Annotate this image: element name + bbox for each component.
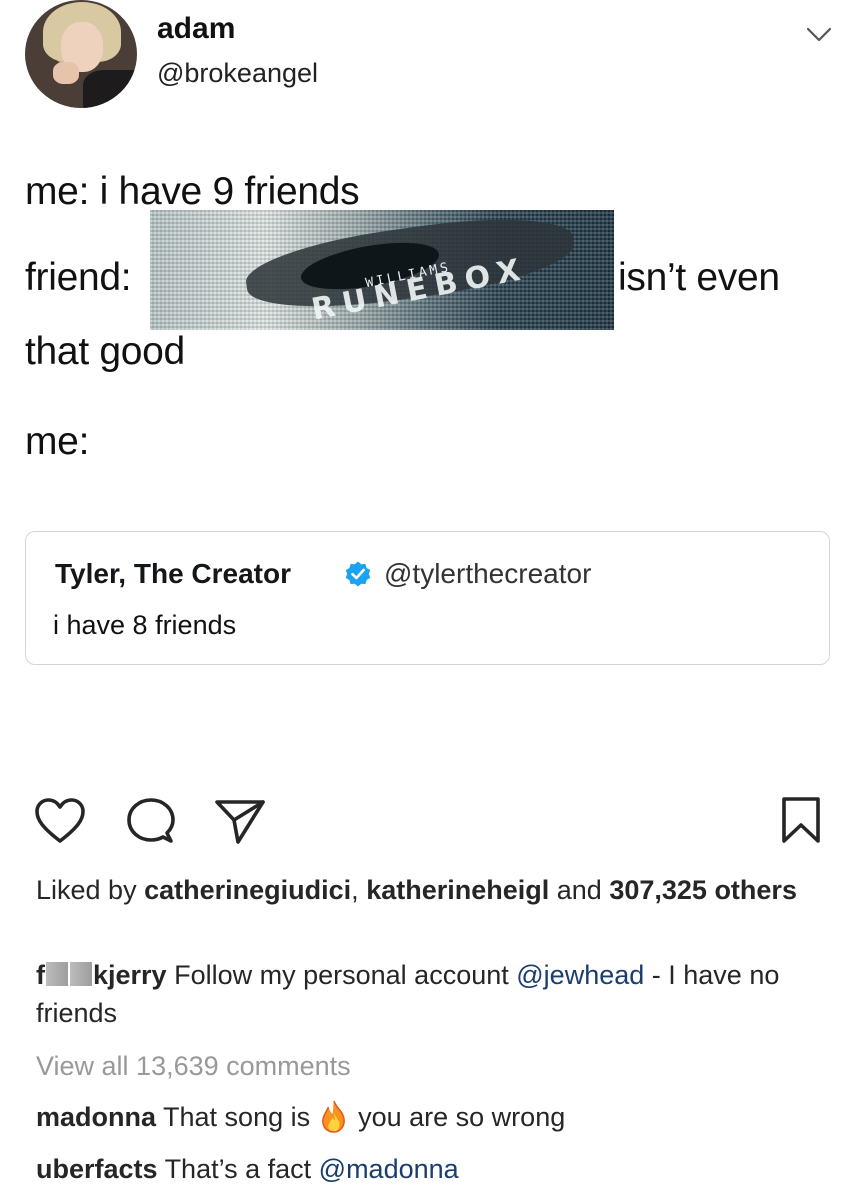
author-name[interactable]: adam xyxy=(157,12,235,46)
avatar-hand xyxy=(53,62,79,84)
tweet-line-2-start: friend: xyxy=(25,256,132,299)
view-all-comments-link[interactable]: View all 13,639 comments xyxy=(36,1047,351,1085)
send-icon[interactable] xyxy=(212,796,268,846)
comment-text: Follow my personal account xyxy=(174,960,509,990)
likes-summary: Liked by catherinegiudici, katherineheig… xyxy=(36,871,816,909)
comment-username[interactable]: madonna xyxy=(36,1102,156,1132)
heart-icon[interactable] xyxy=(33,796,87,846)
avatar-seat xyxy=(83,70,137,108)
likes-prefix: Liked by xyxy=(36,875,137,905)
username-end: kjerry xyxy=(93,960,167,990)
verified-badge-icon xyxy=(345,561,371,587)
bookmark-icon[interactable] xyxy=(780,795,822,845)
comment: madonna That song is you are so wrong xyxy=(36,1098,565,1136)
comment-username[interactable]: uberfacts xyxy=(36,1154,158,1184)
comment-mention[interactable]: @jewhead xyxy=(516,960,644,990)
comment-icon[interactable] xyxy=(124,796,178,846)
tweet-line-3: that good xyxy=(25,330,185,373)
likes-others-count[interactable]: 307,325 others xyxy=(609,875,797,905)
liker-username[interactable]: catherinegiudici xyxy=(144,875,351,905)
comment-text: That’s a fact xyxy=(164,1154,312,1184)
username-start: f xyxy=(36,960,45,990)
censor-blur xyxy=(70,961,92,986)
quoted-author-handle: @tylerthecreator xyxy=(384,558,592,589)
tweet-line-4: me: xyxy=(25,420,90,463)
comment-username[interactable]: f kjerry xyxy=(36,960,167,990)
avatar[interactable] xyxy=(25,0,137,108)
likes-conjunction: and xyxy=(556,875,602,905)
comment-text-end: you are so wrong xyxy=(358,1102,566,1132)
tweet-line-2-end: isn’t even xyxy=(618,256,780,299)
comment-text: That song is xyxy=(163,1102,311,1132)
quoted-tweet-text: i have 8 friends xyxy=(53,610,237,640)
likes-separator: , xyxy=(351,875,359,905)
fire-emoji xyxy=(322,1100,345,1133)
album-cover-image: WILLIAMS RUNEBOX xyxy=(150,210,614,330)
quoted-author-name: Tyler, The Creator xyxy=(55,558,292,589)
tweet-line-1: me: i have 9 friends xyxy=(25,170,360,213)
comment-mention[interactable]: @madonna xyxy=(319,1154,459,1184)
quoted-tweet-card[interactable]: Tyler, The Creator @tylerthecreator i ha… xyxy=(25,531,830,665)
liker-username[interactable]: katherineheigl xyxy=(366,875,549,905)
chevron-down-icon[interactable] xyxy=(804,22,834,46)
censor-blur xyxy=(46,961,68,986)
comment: f kjerry Follow my personal account @jewh… xyxy=(36,956,826,1032)
comment: uberfacts That’s a fact @madonna xyxy=(36,1150,459,1188)
author-handle[interactable]: @brokeangel xyxy=(157,58,318,89)
